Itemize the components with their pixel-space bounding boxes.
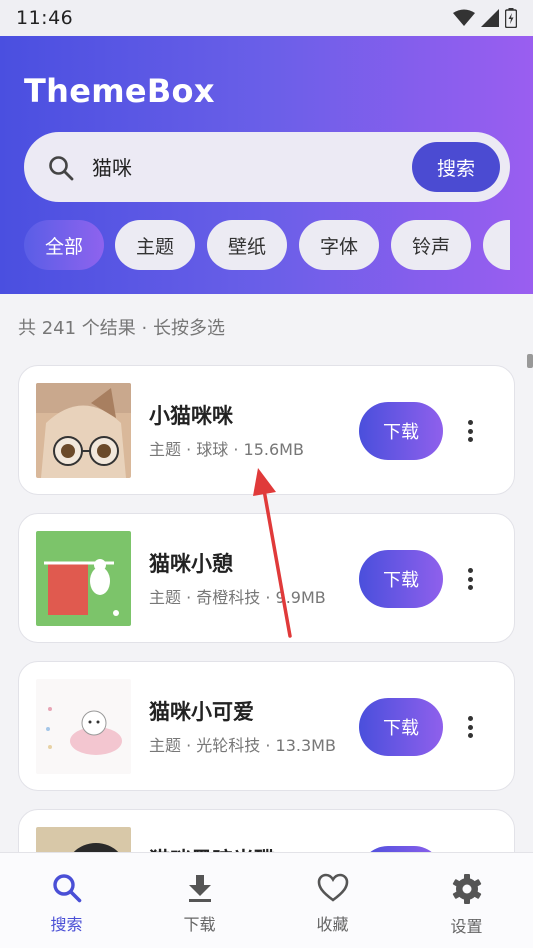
chip-theme[interactable]: 主题 [115, 220, 195, 270]
result-card[interactable]: 猫咪小憩 主题 · 奇橙科技 · 9.9MB 下载 [18, 513, 515, 643]
card-title: 猫咪小可爱 [149, 700, 254, 724]
chip-all[interactable]: 全部 [24, 220, 104, 270]
chip-wallpaper[interactable]: 壁纸 [207, 220, 287, 270]
result-card[interactable]: 猫咪小可爱 主题 · 光轮科技 · 13.3MB 下载 [18, 661, 515, 791]
app-title: ThemeBox [24, 72, 215, 110]
nav-favorites[interactable]: 收藏 [266, 853, 399, 948]
gear-icon [452, 874, 481, 904]
download-button[interactable]: 下载 [359, 550, 443, 608]
status-bar: 11:46 [0, 0, 533, 36]
theme-thumbnail [36, 383, 131, 478]
more-options-icon[interactable] [459, 416, 481, 446]
signal-icon [481, 9, 499, 27]
battery-icon [505, 8, 517, 28]
more-options-icon[interactable] [459, 564, 481, 594]
category-chips: 全部 主题 壁纸 字体 铃声 图 [24, 220, 510, 272]
search-button[interactable]: 搜索 [412, 142, 500, 192]
scrollbar[interactable] [527, 354, 533, 368]
download-icon [188, 875, 211, 902]
status-icons [453, 8, 517, 28]
theme-thumbnail [36, 679, 131, 774]
more-options-icon[interactable] [459, 712, 481, 742]
status-time: 11:46 [16, 7, 74, 29]
nav-label: 收藏 [316, 915, 349, 934]
chip-ringtone[interactable]: 铃声 [391, 220, 471, 270]
card-meta: 主题 · 奇橙科技 · 9.9MB [149, 588, 326, 607]
download-button[interactable]: 下载 [359, 402, 443, 460]
card-meta: 主题 · 球球 · 15.6MB [149, 440, 304, 459]
search-input[interactable]: 猫咪 [92, 152, 132, 181]
wifi-icon [453, 9, 475, 26]
nav-download[interactable]: 下载 [133, 853, 266, 948]
nav-label: 下载 [183, 915, 216, 934]
heart-icon [317, 873, 348, 902]
card-title: 猫咪小憩 [149, 552, 233, 576]
download-button[interactable]: 下载 [359, 698, 443, 756]
search-bar[interactable]: 猫咪 搜索 [24, 132, 510, 202]
theme-thumbnail [36, 531, 131, 626]
nav-label: 搜索 [50, 915, 83, 934]
result-card[interactable]: 小猫咪咪 主题 · 球球 · 15.6MB 下载 [18, 365, 515, 495]
result-summary: 共 241 个结果 · 长按多选 [18, 318, 225, 339]
bottom-nav: 搜索 下载 收藏 设置 [0, 852, 533, 948]
search-icon [52, 874, 81, 903]
header-banner: ThemeBox 猫咪 搜索 全部 主题 壁纸 字体 铃声 图 [0, 36, 533, 294]
card-title: 小猫咪咪 [149, 404, 233, 428]
card-meta: 主题 · 光轮科技 · 13.3MB [149, 736, 336, 755]
chip-more[interactable]: 图 [483, 220, 510, 270]
chip-font[interactable]: 字体 [299, 220, 379, 270]
nav-settings[interactable]: 设置 [400, 853, 533, 948]
search-icon [49, 156, 74, 181]
nav-search[interactable]: 搜索 [0, 853, 133, 948]
nav-label: 设置 [450, 917, 483, 936]
